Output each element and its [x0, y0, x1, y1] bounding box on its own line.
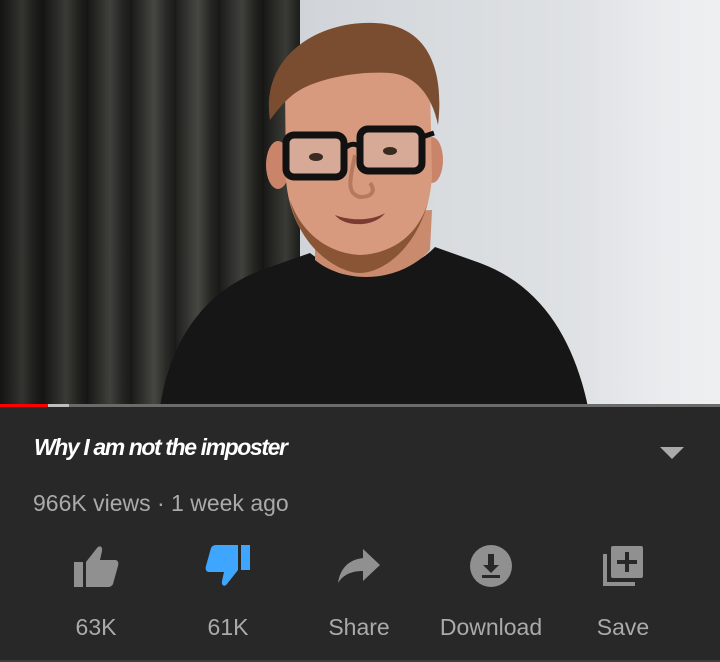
dislike-count: 61K [207, 614, 249, 640]
video-player[interactable] [0, 0, 720, 407]
save-button[interactable]: Save [557, 541, 689, 641]
add-to-playlist-icon [598, 541, 648, 591]
share-label: Share [328, 614, 390, 640]
video-title: Why I am not the imposter [34, 434, 288, 460]
like-count: 63K [75, 614, 117, 640]
thumbs-down-icon [203, 541, 253, 591]
dislike-button[interactable]: 61K [162, 541, 294, 641]
video-progress-bar[interactable] [0, 404, 720, 407]
download-button[interactable]: Download [425, 541, 557, 641]
thumbs-up-icon [71, 541, 121, 591]
share-arrow-icon [334, 541, 384, 591]
video-info-panel: Why I am not the imposter 966K views · 1… [0, 408, 720, 662]
video-progress-played [0, 404, 49, 407]
watch-page: Why I am not the imposter 966K views · 1… [0, 0, 720, 662]
video-action-bar: 63K 61K Share Download Save [0, 541, 720, 641]
video-presenter [160, 22, 588, 407]
caret-down-icon [660, 447, 684, 459]
like-button[interactable]: 63K [30, 541, 162, 641]
expand-description-button[interactable] [650, 438, 694, 468]
video-window-light [590, 0, 720, 407]
save-label: Save [596, 614, 650, 640]
video-views-and-date: 966K views · 1 week ago [33, 490, 289, 516]
download-label: Download [439, 614, 543, 640]
share-button[interactable]: Share [293, 541, 425, 641]
download-icon [466, 541, 516, 591]
